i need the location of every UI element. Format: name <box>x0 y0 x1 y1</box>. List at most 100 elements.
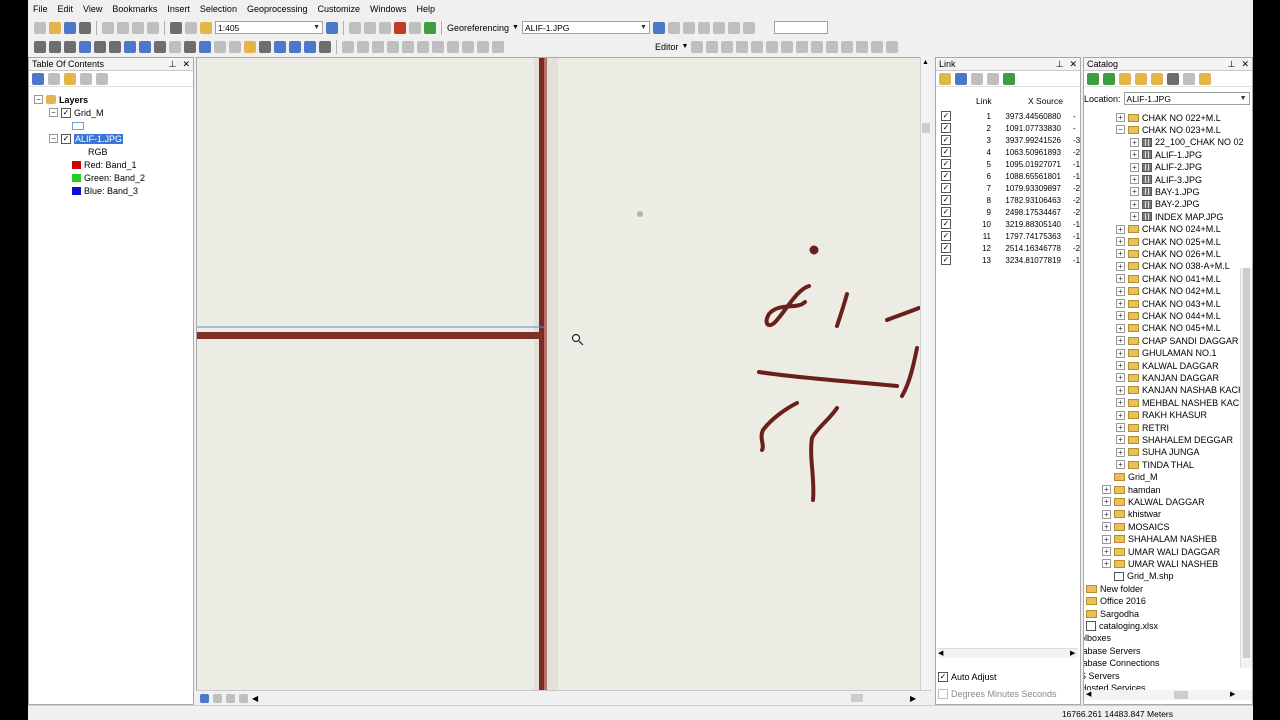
table-row[interactable]: ✓ 2 1091.07733830- <box>936 122 1080 134</box>
catalog-item[interactable]: Sargodha <box>1086 607 1139 620</box>
save-icon[interactable] <box>64 21 76 34</box>
catalog-item[interactable]: + hamdan <box>1102 483 1161 496</box>
link-horizontal-scrollbar[interactable]: ◀ ▶ <box>938 648 1078 658</box>
scale-icon[interactable] <box>697 21 710 34</box>
pin-icon[interactable]: ⊥ <box>1056 59 1064 70</box>
expand-icon[interactable]: + <box>1116 410 1125 420</box>
table-row[interactable]: ✓ 11 1797.74175363 -1 <box>936 230 1080 242</box>
hyperlink-icon[interactable] <box>214 40 226 53</box>
find-icon[interactable] <box>259 40 271 53</box>
fixed-zoom-in-icon[interactable] <box>94 40 106 53</box>
catalog-item[interactable]: olboxes <box>1084 632 1111 645</box>
expand-icon[interactable]: + <box>1102 497 1111 507</box>
expand-icon[interactable]: + <box>1116 323 1125 333</box>
layer-visibility-checkbox[interactable]: ✓ <box>61 107 71 118</box>
up-one-level-icon[interactable] <box>1119 72 1131 85</box>
time-slider-icon[interactable] <box>304 40 316 53</box>
catalog-item[interactable]: + CHAK NO 042+M.L <box>1116 285 1221 298</box>
select-elements-icon[interactable] <box>184 40 196 53</box>
delete-link-icon[interactable] <box>971 72 983 85</box>
catalog-vertical-scrollbar[interactable] <box>1240 268 1252 668</box>
dms-option[interactable]: Degrees Minutes Seconds <box>938 687 1057 700</box>
catalog-item[interactable]: + ALIF-3.JPG <box>1130 173 1202 186</box>
views-icon[interactable] <box>1167 72 1179 85</box>
expand-icon[interactable]: + <box>1116 336 1125 346</box>
menu-selection[interactable]: Selection <box>195 4 242 14</box>
shift-icon[interactable] <box>682 21 695 34</box>
catalog-item[interactable]: + SUHA JUNGA <box>1116 446 1200 459</box>
link-checkbox[interactable]: ✓ <box>941 111 951 121</box>
toc-band-blue[interactable]: Blue: Band_3 <box>72 184 138 197</box>
table-row[interactable]: ✓ 5 1095.01927071 -1 <box>936 158 1080 170</box>
back-icon[interactable] <box>124 40 136 53</box>
menu-windows[interactable]: Windows <box>365 4 412 14</box>
catalog-item[interactable]: + SHAHALEM DEGGAR <box>1116 433 1233 446</box>
link-checkbox[interactable]: ✓ <box>941 255 951 265</box>
table-row[interactable]: ✓ 13 3234.81077819 -1 <box>936 254 1080 266</box>
model-builder-icon[interactable] <box>424 21 436 34</box>
expand-icon[interactable]: + <box>1130 199 1139 209</box>
options-icon[interactable] <box>96 72 108 85</box>
menu-edit[interactable]: Edit <box>53 4 79 14</box>
expand-icon[interactable]: + <box>1116 361 1125 370</box>
editor-toolbar-icon[interactable] <box>326 21 338 34</box>
list-by-drawing-order-icon[interactable] <box>32 72 44 85</box>
zoom-in-icon[interactable] <box>34 40 46 53</box>
catalog-item[interactable]: + CHAK NO 025+M.L <box>1116 235 1221 248</box>
catalog-item[interactable]: Office 2016 <box>1086 595 1146 608</box>
auto-adjust-option[interactable]: ✓ Auto Adjust <box>938 670 997 683</box>
table-row[interactable]: ✓ 8 1782.93106463 -2 <box>936 194 1080 206</box>
close-icon[interactable]: ✕ <box>182 59 190 70</box>
link-checkbox[interactable]: ✓ <box>941 171 951 181</box>
table-row[interactable]: ✓ 7 1079.93309897 -2 <box>936 182 1080 194</box>
data-view-icon[interactable] <box>200 693 209 703</box>
zoom-out-icon[interactable] <box>49 40 61 53</box>
print-icon[interactable] <box>79 21 91 34</box>
select-features-icon[interactable] <box>154 40 166 53</box>
catalog-item[interactable]: + KANJAN DAGGAR <box>1116 371 1219 384</box>
scroll-left-icon[interactable]: ◀ <box>938 649 943 657</box>
scroll-right-icon[interactable]: ▶ <box>1070 649 1075 657</box>
catalog-window-icon[interactable] <box>364 21 376 34</box>
new-document-icon[interactable] <box>34 21 46 34</box>
measure-icon[interactable] <box>244 40 256 53</box>
list-by-selection-icon[interactable] <box>80 72 92 85</box>
link-checkbox[interactable]: ✓ <box>941 231 951 241</box>
expand-icon[interactable]: + <box>1116 348 1125 358</box>
expand-icon[interactable]: + <box>1116 311 1125 321</box>
expand-icon[interactable]: + <box>1116 113 1125 122</box>
expand-icon[interactable]: + <box>1116 299 1125 308</box>
viewer-icon[interactable] <box>727 21 740 34</box>
link-checkbox[interactable]: ✓ <box>941 147 951 157</box>
pause-drawing-icon[interactable] <box>239 693 248 703</box>
link-checkbox[interactable]: ✓ <box>941 219 951 229</box>
expand-icon[interactable]: + <box>1130 187 1139 197</box>
table-row[interactable]: ✓ 9 2498.17534467 -2 <box>936 206 1080 218</box>
georeferencing-menu[interactable]: Georeferencing <box>447 23 509 33</box>
catalog-item[interactable]: + TINDA THAL <box>1116 458 1194 471</box>
html-popup-icon[interactable] <box>229 40 241 53</box>
georef-layer-combo[interactable]: ALIF-1.JPG ▼ <box>521 21 650 34</box>
catalog-item[interactable]: + ALIF-1.JPG <box>1130 148 1202 161</box>
link-checkbox[interactable]: ✓ <box>941 135 951 145</box>
scroll-thumb[interactable] <box>1174 691 1188 699</box>
arctoolbox-icon[interactable] <box>394 21 406 34</box>
expand-icon[interactable]: + <box>1130 212 1139 222</box>
horizontal-scroll-thumb[interactable] <box>851 694 863 702</box>
search-window-icon[interactable] <box>379 21 391 34</box>
catalog-item[interactable]: + CHAK NO 022+M.L <box>1116 111 1221 124</box>
refresh-icon[interactable] <box>742 21 755 34</box>
back-icon[interactable] <box>1087 72 1099 85</box>
copy-icon[interactable] <box>117 21 129 34</box>
expand-icon[interactable]: + <box>1116 373 1125 383</box>
expand-icon[interactable]: + <box>1116 237 1125 246</box>
scroll-left-icon[interactable]: ◀ <box>1086 690 1091 698</box>
expand-icon[interactable]: + <box>1116 423 1125 432</box>
catalog-item[interactable]: tabase Servers <box>1084 644 1141 657</box>
catalog-item[interactable]: + MOSAICS <box>1102 520 1170 533</box>
expand-icon[interactable]: + <box>1102 559 1111 569</box>
expand-icon[interactable]: + <box>1116 435 1125 445</box>
expand-icon[interactable]: + <box>1116 224 1125 234</box>
georef-extra-combo[interactable] <box>773 21 828 34</box>
expand-icon[interactable]: + <box>1130 137 1139 147</box>
